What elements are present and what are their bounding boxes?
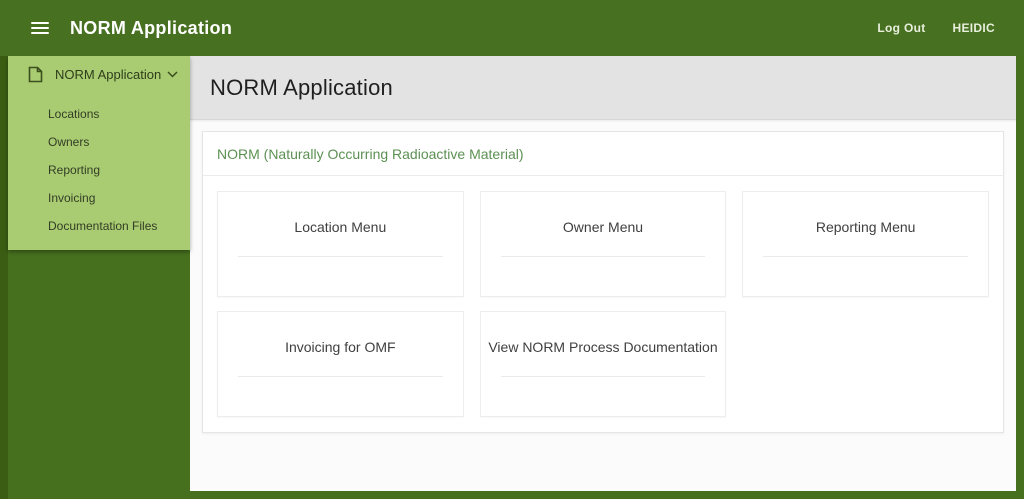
sidebar-title: NORM Application [55,66,162,82]
card-label: Owner Menu [562,219,644,235]
sidebar-item-list: Locations Owners Reporting Invoicing Doc… [8,92,190,240]
card-label: Invoicing for OMF [285,339,396,355]
app-window: NORM Application Log Out HEIDIC NORM App… [0,0,1024,499]
menu-card-grid: Location Menu Owner Menu Reporting Menu … [203,176,1003,432]
sidebar-item-documentation-files[interactable]: Documentation Files [8,212,190,240]
card-divider [763,256,968,257]
page-header: NORM Application [190,56,1016,120]
norm-region-panel: NORM (Naturally Occurring Radioactive Ma… [202,131,1004,433]
card-divider [238,376,443,377]
hamburger-bar [31,22,49,24]
card-divider [500,256,706,257]
sidebar-header-norm-application[interactable]: NORM Application [8,56,190,92]
card-view-norm-process-documentation[interactable]: View NORM Process Documentation [479,311,727,417]
card-label: Location Menu [294,219,387,235]
card-reporting-menu[interactable]: Reporting Menu [742,191,989,297]
app-title: NORM Application [70,17,233,38]
main-content: NORM Application NORM (Naturally Occurri… [190,56,1016,491]
sidebar-item-invoicing[interactable]: Invoicing [8,184,190,212]
card-divider [238,256,443,257]
chevron-down-icon [167,70,178,78]
card-divider [500,376,706,377]
card-owner-menu[interactable]: Owner Menu [479,191,727,297]
card-label: View NORM Process Documentation [488,339,718,355]
sidebar-item-owners[interactable]: Owners [8,128,190,156]
card-label: Reporting Menu [815,219,916,235]
app-header: NORM Application Log Out HEIDIC [0,0,1024,56]
logout-button[interactable]: Log Out [877,21,925,35]
sidebar-item-reporting[interactable]: Reporting [8,156,190,184]
card-location-menu[interactable]: Location Menu [217,191,464,297]
header-actions: Log Out HEIDIC [877,21,995,35]
hamburger-bar [31,32,49,34]
card-invoicing-for-omf[interactable]: Invoicing for OMF [217,311,464,417]
sidebar: NORM Application Locations Owners Report… [8,56,190,250]
user-menu-button[interactable]: HEIDIC [953,21,995,35]
sidebar-item-locations[interactable]: Locations [8,100,190,128]
page-title: NORM Application [210,74,393,100]
hamburger-bar [31,27,49,29]
hamburger-menu-icon[interactable] [31,19,49,37]
document-icon [28,66,43,83]
left-frame-strip [0,56,8,499]
region-title: NORM (Naturally Occurring Radioactive Ma… [203,132,1003,176]
